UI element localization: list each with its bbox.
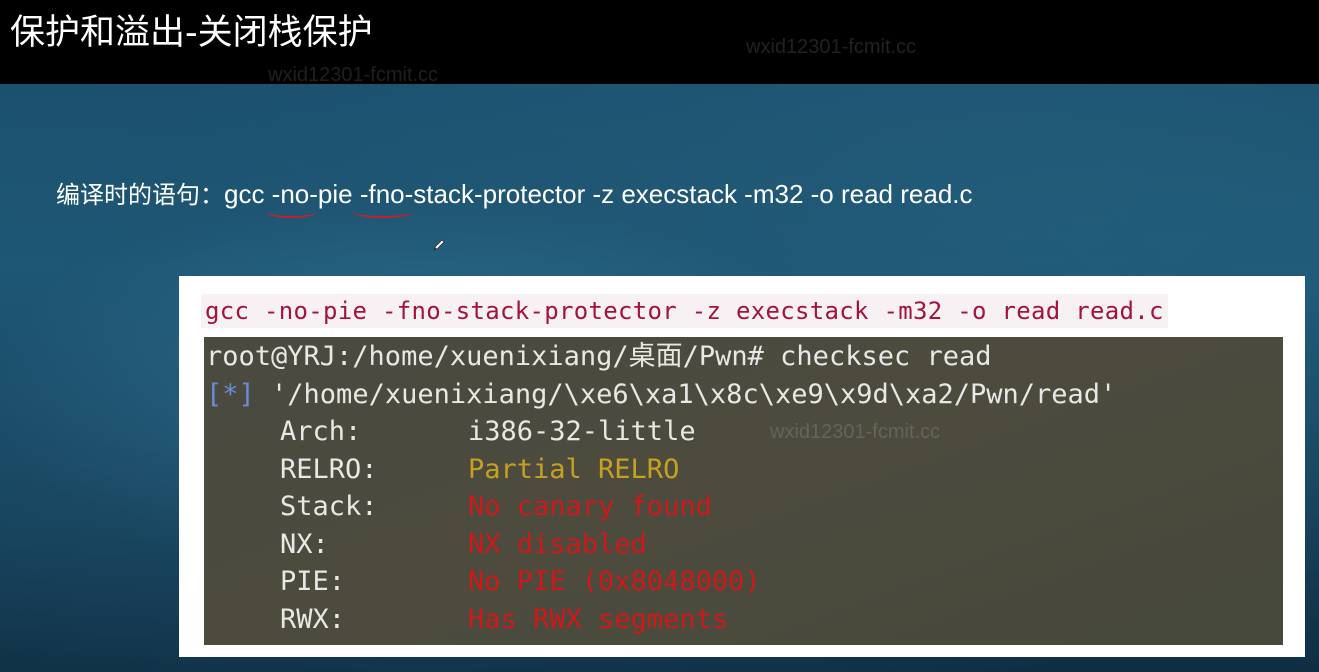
terminal-window: root@YRJ:/home/xuenixiang/桌面/Pwn# checks… [204,337,1283,645]
field-label-pie: PIE: [280,566,346,597]
field-label-relro: RELRO: [280,454,378,485]
watermark-2: wxid12301-fcmit.cc [268,64,439,86]
field-label-stack: Stack: [280,491,378,522]
field-value-nx: NX disabled [468,529,647,560]
compile-statement-label: 编译时的语句： [56,181,224,209]
field-label-rwx: RWX: [280,604,346,635]
watermark-3: wxid12301-fcmit.cc [770,421,941,443]
title-bar: 保护和溢出-关闭栈保护 [0,0,1319,84]
field-value-rwx: Has RWX segments [468,604,729,635]
field-value-pie: No PIE (0x8048000) [468,566,761,597]
screenshot-command: gcc -no-pie -fno-stack-protector -z exec… [201,294,1168,328]
field-label-nx: NX: [280,529,329,560]
compile-command: gcc -no-pie -fno-stack-protector -z exec… [224,179,973,209]
pen-cursor-icon [433,239,445,251]
terminal-path-line: [*] '/home/xuenixiang/\xe6\xa1\x8c\xe9\x… [206,377,1116,413]
field-value-relro: Partial RELRO [468,454,680,485]
watermark-1: wxid12301-fcmit.cc [746,36,917,58]
red-underline-gcc [266,206,316,218]
terminal-prompt-line: root@YRJ:/home/xuenixiang/桌面/Pwn# checks… [206,341,992,372]
slide-title: 保护和溢出-关闭栈保护 [10,13,373,53]
binary-path: '/home/xuenixiang/\xe6\xa1\x8c\xe9\x9d\x… [254,379,1117,410]
red-underline-no-pie [352,206,414,218]
field-value-arch: i386-32-little [468,416,696,447]
field-value-stack: No canary found [468,491,712,522]
slide: 保护和溢出-关闭栈保护 wxid12301-fcmit.cc wxid12301… [0,0,1319,672]
compile-statement: 编译时的语句：gcc -no-pie -fno-stack-protector … [56,174,973,215]
checksec-screenshot: gcc -no-pie -fno-stack-protector -z exec… [179,276,1305,657]
status-marker: [*] [206,379,255,410]
field-label-arch: Arch: [280,416,362,447]
